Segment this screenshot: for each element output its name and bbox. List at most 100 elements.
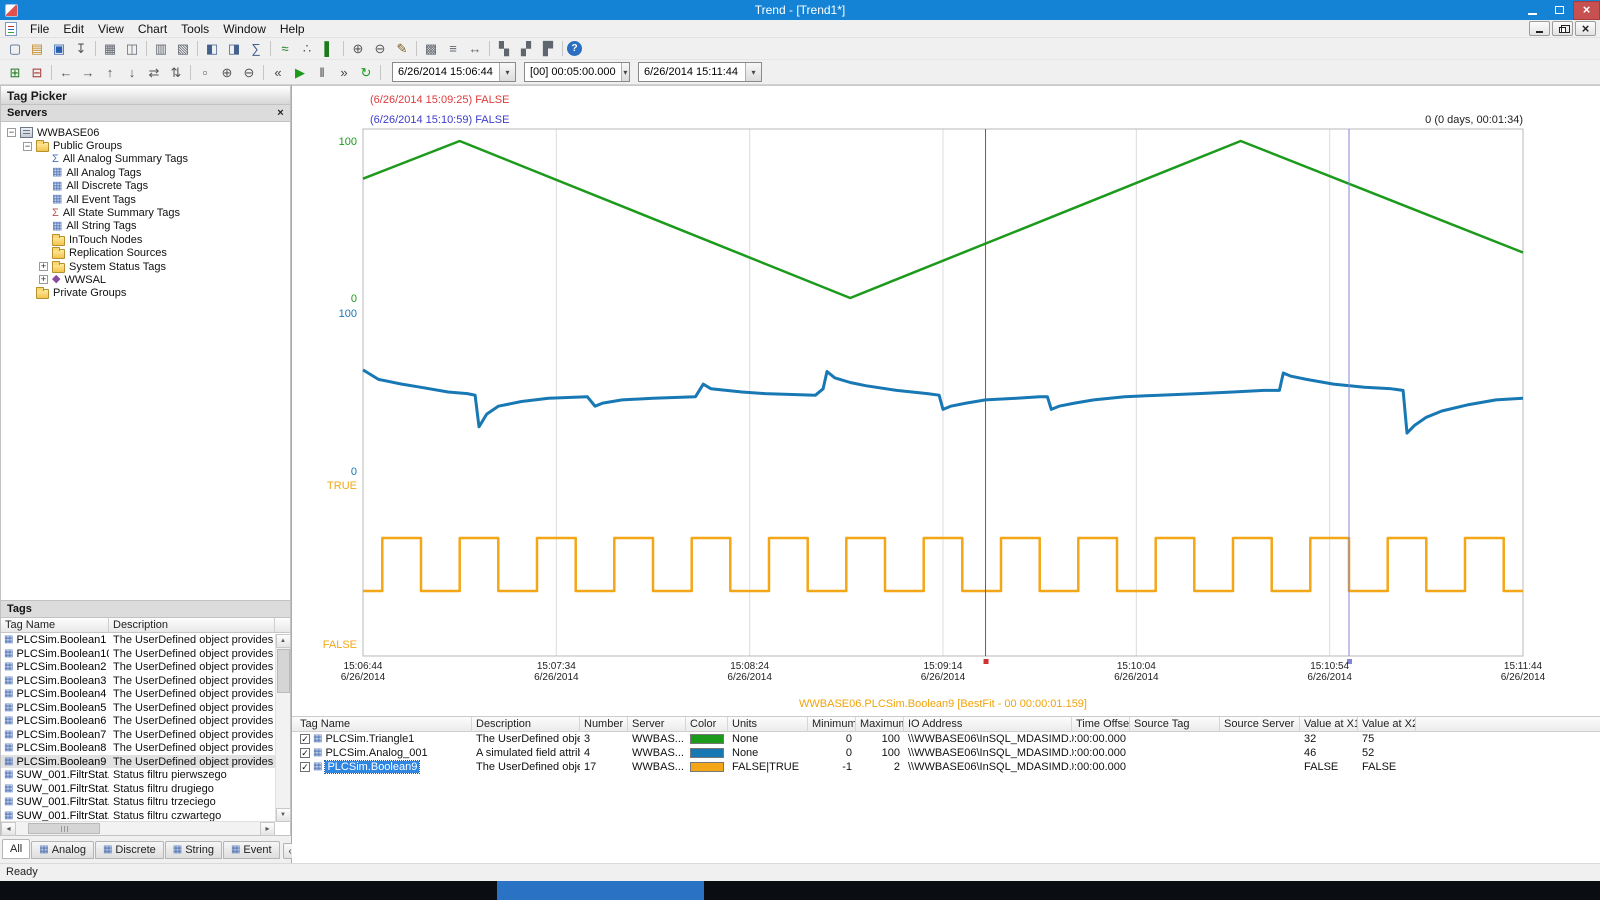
tree-item-all-analog-summary-tags[interactable]: ΣAll Analog Summary Tags — [1, 153, 290, 166]
tag-list-item[interactable]: ▦PLCSim.Boolean7The UserDefined object p… — [1, 728, 276, 742]
tag-list-item[interactable]: ▦PLCSim.Boolean1The UserDefined object p… — [1, 633, 276, 647]
tags-column-tag-name[interactable]: Tag Name — [1, 618, 109, 632]
mdi-minimize-button[interactable] — [1529, 21, 1550, 36]
tree-item-all-state-summary-tags[interactable]: ΣAll State Summary Tags — [1, 206, 290, 219]
tab-string[interactable]: ▦String — [165, 841, 222, 859]
tree-item-all-analog-tags[interactable]: ▦All Analog Tags — [1, 166, 290, 179]
grid-column-time-offset[interactable]: Time Offset — [1072, 717, 1130, 732]
menu-help[interactable]: Help — [273, 21, 312, 37]
mdi-close-button[interactable] — [1575, 21, 1596, 36]
play-icon[interactable]: ▶ — [290, 63, 310, 82]
paste-icon[interactable]: ▧ — [173, 39, 193, 58]
tree-item-wwbase06[interactable]: −WWBASE06 — [1, 126, 290, 139]
grid-column-maximum[interactable]: Maximum — [856, 717, 904, 732]
tag-list-item[interactable]: ▦PLCSim.Boolean6The UserDefined object p… — [1, 714, 276, 728]
window-maximize-button[interactable] — [1546, 1, 1573, 20]
tag-list-item[interactable]: ▦PLCSim.Boolean3The UserDefined object p… — [1, 674, 276, 688]
menu-view[interactable]: View — [91, 21, 131, 37]
pan-left-icon[interactable]: ← — [56, 63, 76, 82]
vertical-scroll-thumb[interactable] — [277, 649, 290, 693]
export-icon[interactable]: ↧ — [71, 39, 91, 58]
menu-file[interactable]: File — [23, 21, 56, 37]
tag-list-item[interactable]: ▦PLCSim.Boolean4The UserDefined object p… — [1, 687, 276, 701]
tag-list-item[interactable]: ▦SUW_001.FiltrStat...Status filtru drugi… — [1, 782, 276, 796]
tree-item-intouch-nodes[interactable]: InTouch Nodes — [1, 233, 290, 246]
start-time-field[interactable]: 6/26/2014 15:06:44 — [392, 62, 516, 82]
window-minimize-button[interactable] — [1519, 1, 1546, 20]
tree-item-public-groups[interactable]: −Public Groups — [1, 139, 290, 152]
end-time-field[interactable]: 6/26/2014 15:11:44 — [638, 62, 762, 82]
tree-item-wwsal[interactable]: +◆WWSAL — [1, 273, 290, 286]
window-close-button[interactable] — [1573, 1, 1600, 20]
tab-analog[interactable]: ▦Analog — [31, 841, 94, 859]
expand-icon[interactable]: + — [39, 262, 48, 271]
grid-column-value-at-x2[interactable]: Value at X2 — [1358, 717, 1416, 732]
tag-list-item[interactable]: ▦PLCSim.Boolean10The UserDefined object … — [1, 647, 276, 661]
swap-axes-icon[interactable]: ⇄ — [144, 63, 164, 82]
grid-column-source-server[interactable]: Source Server — [1220, 717, 1300, 732]
grid-column-units[interactable]: Units — [728, 717, 808, 732]
start-time-dropdown-icon[interactable] — [499, 63, 515, 81]
scroll-right-icon[interactable] — [260, 822, 275, 836]
grid-column-io-address[interactable]: IO Address — [904, 717, 1072, 732]
menu-window[interactable]: Window — [216, 21, 273, 37]
horizontal-scroll-thumb[interactable] — [28, 823, 100, 834]
tree-item-all-string-tags[interactable]: ▦All String Tags — [1, 220, 290, 233]
duration-dropdown-icon[interactable] — [621, 63, 629, 81]
grid-column-minimum[interactable]: Minimum — [808, 717, 856, 732]
legend-toggle-icon[interactable]: ≡ — [443, 39, 463, 58]
grid-column-server[interactable]: Server — [628, 717, 686, 732]
trend-type-icon[interactable]: ≈ — [275, 39, 295, 58]
pan-up-icon[interactable]: ↑ — [100, 63, 120, 82]
help-icon[interactable]: ? — [567, 41, 582, 56]
pane-layout-stack-icon[interactable]: ▛ — [538, 39, 558, 58]
menu-chart[interactable]: Chart — [131, 21, 174, 37]
new-trend-icon[interactable]: ▢ — [5, 39, 25, 58]
print-preview-icon[interactable]: ◫ — [122, 39, 142, 58]
tree-item-all-event-tags[interactable]: ▦All Event Tags — [1, 193, 290, 206]
xy-scatter-icon[interactable]: ∴ — [297, 39, 317, 58]
reorder-tags-icon[interactable]: ⇅ — [166, 63, 186, 82]
tag-list-item[interactable]: ▦SUW_001.FiltrStat...Status filtru pierw… — [1, 768, 276, 782]
tag-list-toggle-icon[interactable]: ◨ — [224, 39, 244, 58]
menu-edit[interactable]: Edit — [56, 21, 91, 37]
taskbar-app-button[interactable] — [497, 881, 704, 900]
row-checkbox[interactable] — [300, 748, 310, 758]
menu-tools[interactable]: Tools — [174, 21, 216, 37]
statistics-pane-icon[interactable]: ∑ — [246, 39, 266, 58]
grid-column-value-at-x1[interactable]: Value at X1 — [1300, 717, 1358, 732]
tag-list-item[interactable]: ▦PLCSim.Boolean2The UserDefined object p… — [1, 660, 276, 674]
tag-list-item[interactable]: ▦PLCSim.Boolean8The UserDefined object p… — [1, 741, 276, 755]
tag-list-item[interactable]: ▦PLCSim.Boolean9The UserDefined object p… — [1, 755, 276, 769]
duration-field[interactable]: [00] 00:05:00.000 — [524, 62, 630, 82]
tree-item-system-status-tags[interactable]: +System Status Tags — [1, 260, 290, 273]
zoom-out-icon[interactable]: ⊖ — [370, 39, 390, 58]
grid-column-number[interactable]: Number — [580, 717, 628, 732]
collapse-icon[interactable]: − — [7, 128, 16, 137]
remove-tag-icon[interactable]: ⊟ — [27, 63, 47, 82]
scroll-left-icon[interactable] — [1, 822, 16, 836]
refresh-icon[interactable]: ↻ — [356, 63, 376, 82]
expand-icon[interactable]: + — [39, 275, 48, 284]
mdi-restore-button[interactable] — [1552, 21, 1573, 36]
scroll-up-icon[interactable] — [276, 634, 291, 648]
tag-picker-toggle-icon[interactable]: ◧ — [202, 39, 222, 58]
copy-icon[interactable]: ▥ — [151, 39, 171, 58]
skip-forward-icon[interactable]: » — [334, 63, 354, 82]
grid-toggle-icon[interactable]: ▩ — [421, 39, 441, 58]
grid-row[interactable]: ▦PLCSim.Boolean9The UserDefined object .… — [292, 760, 1600, 774]
row-checkbox[interactable] — [300, 762, 310, 772]
grid-row[interactable]: ▦PLCSim.Analog_001A simulated field attr… — [292, 746, 1600, 760]
tree-item-private-groups[interactable]: Private Groups — [1, 287, 290, 300]
open-icon[interactable]: ▤ — [27, 39, 47, 58]
tree-item-all-discrete-tags[interactable]: ▦All Discrete Tags — [1, 180, 290, 193]
tag-list-item[interactable]: ▦SUW_001.FiltrStat...Status filtru trzec… — [1, 795, 276, 809]
row-checkbox[interactable] — [300, 734, 310, 744]
zoom-in-time-icon[interactable]: ⊕ — [217, 63, 237, 82]
pane-layout-single-icon[interactable]: ▚ — [494, 39, 514, 58]
pane-layout-split-icon[interactable]: ▞ — [516, 39, 536, 58]
grid-column-tag-name[interactable]: Tag Name — [296, 717, 472, 732]
tags-horizontal-scrollbar[interactable] — [1, 821, 275, 835]
save-icon[interactable]: ▣ — [49, 39, 69, 58]
tree-item-replication-sources[interactable]: Replication Sources — [1, 246, 290, 259]
